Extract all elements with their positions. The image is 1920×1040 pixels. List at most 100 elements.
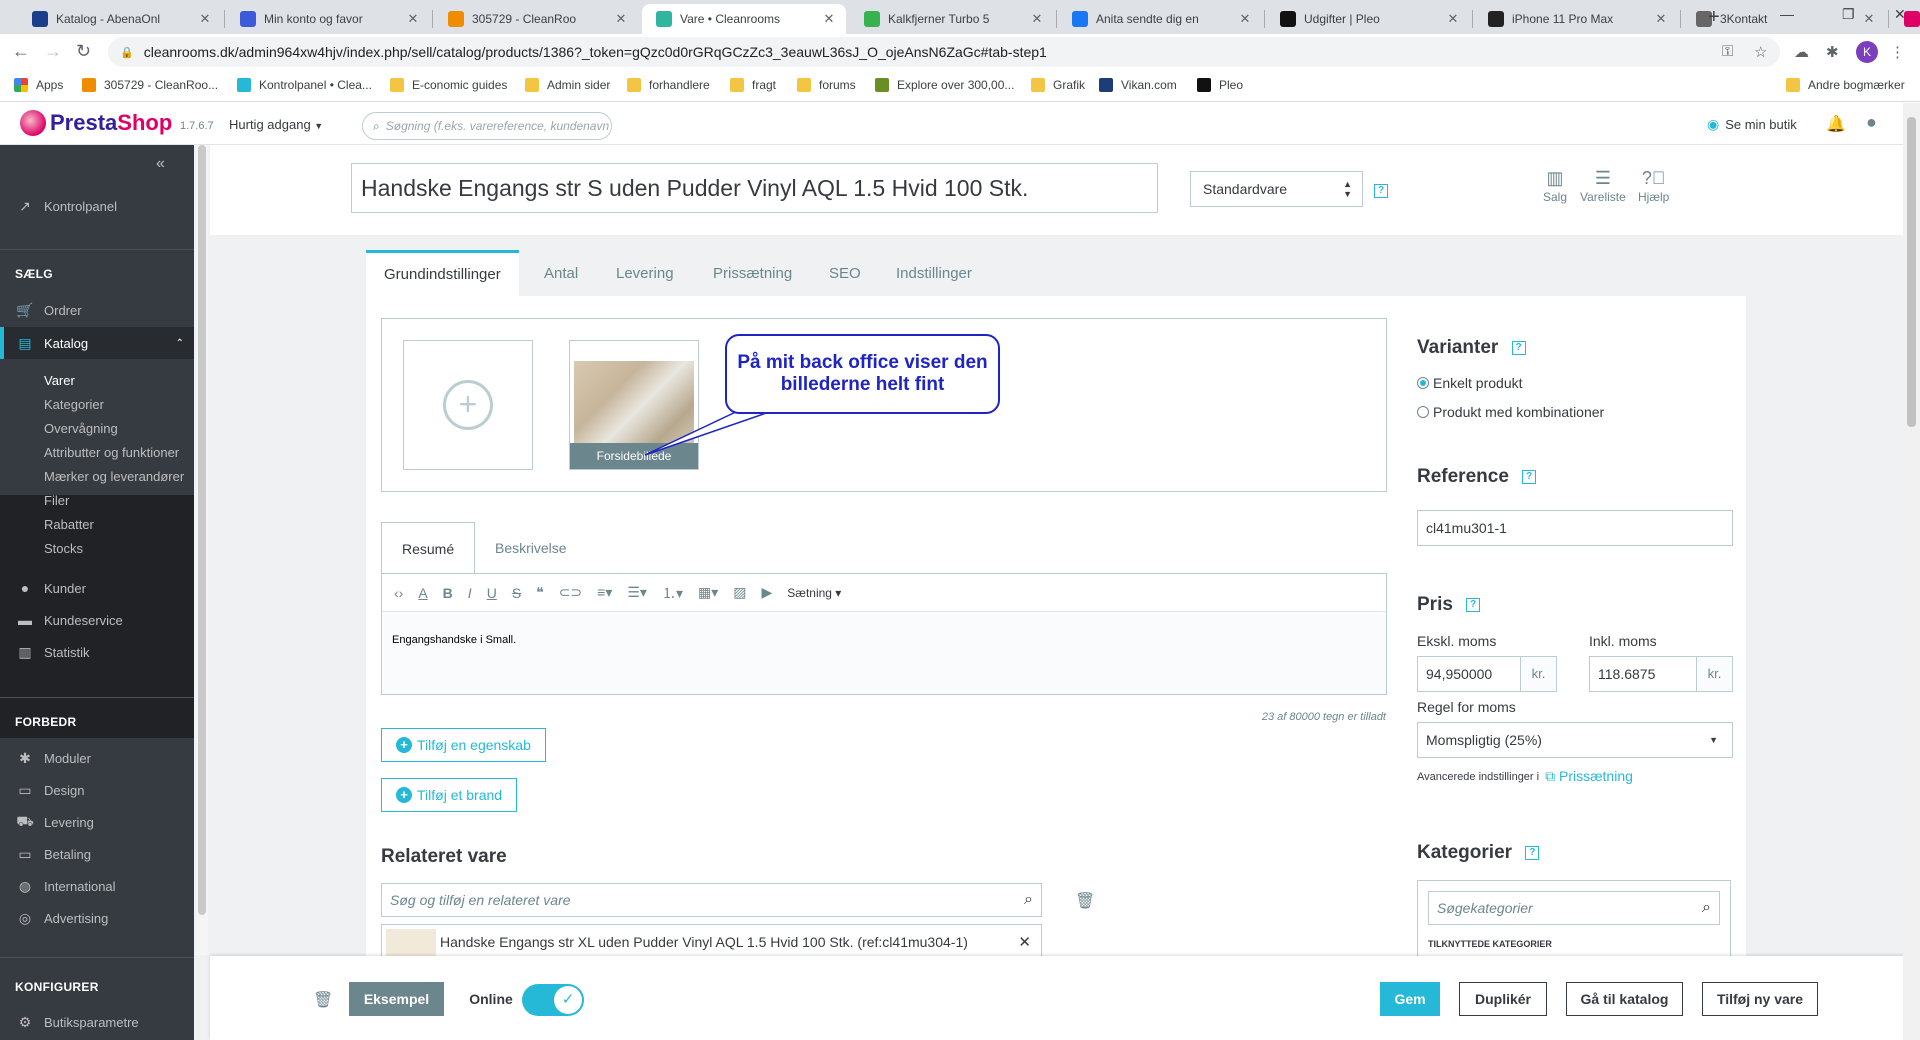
extension-cloud-icon[interactable]: ☁ — [1794, 43, 1809, 61]
extensions-puzzle-icon[interactable]: ✱ — [1826, 43, 1839, 61]
sidebar-subitem-discounts[interactable]: Rabatter — [44, 517, 94, 532]
sidebar-item-stats[interactable]: ▥ Statistik — [0, 637, 194, 667]
browser-tab[interactable]: Anita sendte dig en ✕ — [1058, 4, 1262, 34]
trash-icon[interactable]: 🗑 — [1075, 891, 1095, 911]
radio-single-product[interactable]: Enkelt produkt — [1417, 375, 1523, 391]
underline-icon[interactable]: U — [487, 585, 497, 601]
back-arrow-icon[interactable]: ← — [12, 41, 30, 62]
help-icon[interactable]: ? — [1374, 184, 1388, 198]
tab-summary[interactable]: Resumé — [381, 522, 476, 575]
page-scrollbar-thumb[interactable] — [1907, 117, 1916, 427]
price-incl-input[interactable]: 118.6875 kr. — [1589, 656, 1733, 692]
sidebar-item-shop-parameters[interactable]: ⚙ Butiksparametre — [0, 1007, 194, 1037]
online-toggle[interactable]: ✓ — [522, 984, 584, 1016]
tax-rule-select[interactable]: Momspligtig (25%) ▼ — [1417, 722, 1733, 758]
strikethrough-icon[interactable]: S — [512, 585, 521, 601]
browser-tab[interactable]: 305729 - CleanRoo ✕ — [434, 4, 638, 34]
tab-description[interactable]: Beskrivelse — [495, 522, 567, 574]
add-new-product-button[interactable]: Tilføj ny vare — [1702, 982, 1818, 1016]
sidebar-item-shipping[interactable]: ⛟ Levering — [0, 807, 194, 837]
bookmark-item[interactable]: Pleo — [1197, 78, 1243, 92]
sidebar-item-advertising[interactable]: ◎ Advertising — [0, 903, 194, 933]
bookmark-item[interactable]: Grafik — [1031, 78, 1085, 92]
sidebar-item-customer-service[interactable]: ▬ Kundeservice — [0, 605, 194, 635]
other-bookmarks[interactable]: Andre bogmærker — [1786, 78, 1905, 92]
tab-shipping[interactable]: Levering — [616, 250, 674, 296]
forward-arrow-icon[interactable]: → — [44, 41, 62, 62]
pricing-link[interactable]: ⧉ Prissætning — [1545, 768, 1633, 785]
save-button[interactable]: Gem — [1380, 982, 1440, 1016]
sidebar-subitem-brands[interactable]: Mærker og leverandører — [44, 469, 184, 484]
summary-editor[interactable]: ‹› A B I U S ❝ ⊂⊃ ≡▾ ☰▾ ⒈▾ ▦▾ ▨ ▶ Sætnin… — [381, 573, 1387, 695]
product-name-input[interactable]: Handske Engangs str S uden Pudder Vinyl … — [351, 163, 1158, 213]
bookmark-item[interactable]: E-conomic guides — [390, 78, 507, 92]
apps-shortcut[interactable]: Apps — [14, 78, 63, 92]
sidebar-item-orders[interactable]: 🛒 Ordrer — [0, 295, 194, 325]
close-tab-icon[interactable]: ✕ — [614, 11, 628, 27]
remove-related-icon[interactable]: ✕ — [1018, 933, 1031, 951]
add-image-dropzone[interactable]: + — [403, 340, 533, 470]
close-tab-icon[interactable]: ✕ — [1446, 11, 1460, 27]
browser-tab[interactable]: Udgifter | Pleo ✕ — [1266, 4, 1470, 34]
help-icon[interactable]: ? — [1525, 845, 1540, 860]
close-tab-icon[interactable]: ✕ — [1654, 11, 1668, 27]
sidebar-item-modules[interactable]: ✱ Moduler — [0, 743, 194, 773]
radio-product-combinations[interactable]: Produkt med kombinationer — [1417, 404, 1604, 420]
sidebar-subitem-products[interactable]: Varer — [44, 373, 75, 388]
blockquote-icon[interactable]: ❝ — [536, 584, 544, 601]
close-tab-icon[interactable]: ✕ — [198, 11, 212, 27]
reload-icon[interactable]: ↻ — [76, 41, 91, 62]
delete-product-icon[interactable]: 🗑 — [313, 990, 333, 1010]
sidebar-subitem-stocks[interactable]: Stocks — [44, 541, 83, 556]
sales-button[interactable]: ▥ Salg — [1543, 168, 1567, 204]
close-tab-icon[interactable]: ✕ — [1862, 11, 1876, 27]
bold-icon[interactable]: B — [443, 585, 453, 601]
content-scrollbar-thumb[interactable] — [198, 145, 206, 915]
sidebar-item-payment[interactable]: ▭ Betaling — [0, 839, 194, 869]
help-button[interactable]: ?⃝ Hjælp — [1638, 168, 1669, 204]
sidebar-subitem-categories[interactable]: Kategorier — [44, 397, 104, 412]
close-window-button[interactable]: ✕ — [1894, 6, 1906, 23]
tab-options[interactable]: Indstillinger — [896, 250, 972, 296]
bookmark-item[interactable]: forhandlere — [627, 78, 710, 92]
align-icon[interactable]: ≡▾ — [597, 584, 612, 601]
related-product-search-input[interactable]: Søg og tilføj en relateret vare ⌕ — [381, 883, 1042, 917]
bookmark-item[interactable]: 305729 - CleanRoo... — [82, 78, 218, 92]
italic-icon[interactable]: I — [468, 585, 472, 601]
notifications-bell-icon[interactable]: 🔔 — [1826, 114, 1846, 134]
sidebar-item-catalog[interactable]: ▤ Katalog ⌃ — [0, 327, 194, 359]
quick-access-dropdown[interactable]: Hurtig adgang ▼ — [229, 117, 323, 132]
sidebar-item-design[interactable]: ▭ Design — [0, 775, 194, 805]
see-shop-link[interactable]: ◉ Se min butik — [1707, 116, 1797, 133]
browser-tab[interactable]: Min konto og favor ✕ — [226, 4, 430, 34]
bookmark-item[interactable]: forums — [797, 78, 856, 92]
bookmark-item[interactable]: fragt — [730, 78, 776, 92]
link-icon[interactable]: ⊂⊃ — [559, 584, 582, 601]
numbered-list-icon[interactable]: ⒈▾ — [662, 583, 683, 603]
close-tab-icon[interactable]: ✕ — [822, 11, 836, 27]
sidebar-item-customers[interactable]: ● Kunder — [0, 573, 194, 603]
restore-button[interactable]: ❐ — [1842, 6, 1855, 23]
employee-account-icon[interactable]: ● — [1866, 112, 1877, 133]
font-color-icon[interactable]: A — [418, 585, 427, 601]
product-list-button[interactable]: ☰ Vareliste — [1580, 168, 1626, 204]
table-icon[interactable]: ▦▾ — [698, 584, 718, 601]
help-icon[interactable]: ? — [1522, 469, 1537, 484]
media-icon[interactable]: ▶ — [761, 584, 772, 601]
key-icon[interactable]: ⚿ — [1722, 43, 1733, 60]
tab-pricing[interactable]: Prissætning — [713, 250, 792, 296]
bookmark-item[interactable]: Admin sider — [525, 78, 610, 92]
profile-avatar[interactable]: K — [1856, 41, 1878, 63]
duplicate-button[interactable]: Duplikér — [1459, 982, 1547, 1016]
new-tab-button[interactable]: + — [1708, 6, 1720, 29]
close-tab-icon[interactable]: ✕ — [1238, 11, 1252, 27]
format-dropdown[interactable]: Sætning ▾ — [787, 586, 841, 600]
category-search-input[interactable]: Søgekategorier ⌕ — [1428, 891, 1720, 925]
prestashop-logo[interactable]: Presta Shop — [20, 110, 172, 136]
page-scrollbar[interactable] — [1903, 103, 1920, 1040]
help-icon[interactable]: ? — [1466, 597, 1481, 612]
help-icon[interactable]: ? — [1511, 340, 1526, 355]
star-icon[interactable]: ☆ — [1754, 43, 1767, 61]
sidebar-subitem-files[interactable]: Filer — [44, 493, 69, 508]
price-excl-input[interactable]: 94,950000 kr. — [1417, 656, 1557, 692]
